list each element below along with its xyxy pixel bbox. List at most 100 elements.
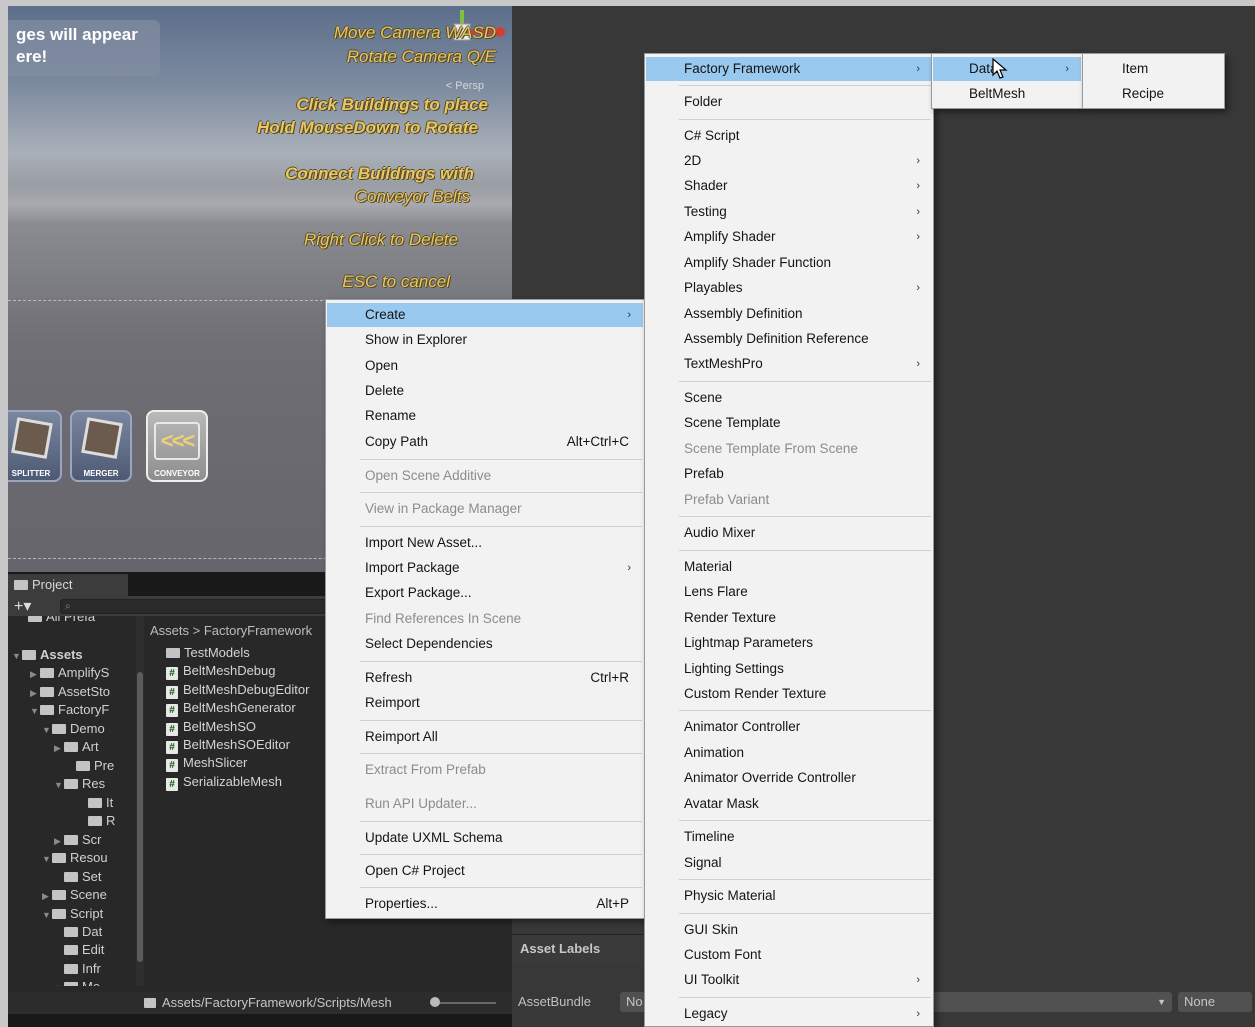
file-item-meshslicer[interactable]: # MeshSlicer bbox=[166, 754, 247, 773]
variant-dropdown[interactable]: None bbox=[1178, 992, 1252, 1012]
menu-item-update-uxml-schema[interactable]: Update UXML Schema bbox=[327, 826, 643, 850]
menu-item-assembly-definition[interactable]: Assembly Definition bbox=[646, 302, 932, 326]
tree-item-script[interactable]: ▼ Script bbox=[42, 905, 103, 923]
menu-item-copy-path[interactable]: Copy Path Alt+Ctrl+C bbox=[327, 430, 643, 454]
menu-item-animation[interactable]: Animation bbox=[646, 741, 932, 765]
tree-item-factoryf[interactable]: ▼ FactoryF bbox=[30, 701, 109, 719]
breadcrumb[interactable]: Assets > FactoryFramework bbox=[144, 620, 312, 642]
menu-item-animator-controller[interactable]: Animator Controller bbox=[646, 715, 932, 739]
menu-item-reimport[interactable]: Reimport bbox=[327, 691, 643, 715]
menu-item-prefab[interactable]: Prefab bbox=[646, 462, 932, 486]
icon-size-slider[interactable] bbox=[434, 1002, 496, 1004]
splitter-button[interactable]: SPLITTER bbox=[8, 410, 62, 482]
menu-item-timeline[interactable]: Timeline bbox=[646, 825, 932, 849]
tree-item-pre[interactable]: Pre bbox=[66, 757, 114, 775]
tree-item-edit[interactable]: Edit bbox=[54, 941, 104, 959]
menu-item-extract-from-prefab[interactable]: Extract From Prefab bbox=[327, 758, 643, 782]
menu-item-ui-toolkit[interactable]: UI Toolkit › bbox=[646, 968, 932, 992]
assetbundle-name-dropdown[interactable]: ▼ bbox=[932, 992, 1172, 1012]
menu-item-physic-material[interactable]: Physic Material bbox=[646, 884, 932, 908]
menu-item-view-in-package-manager[interactable]: View in Package Manager bbox=[327, 497, 643, 521]
menu-item-shader[interactable]: Shader › bbox=[646, 174, 932, 198]
tree-item-all-prefa[interactable]: All Prefa bbox=[18, 616, 95, 626]
scrollbar-thumb[interactable] bbox=[137, 672, 143, 962]
file-item-testmodels[interactable]: TestModels bbox=[166, 644, 250, 662]
menu-item-folder[interactable]: Folder bbox=[646, 90, 932, 114]
tree-arrow-icon[interactable]: ▼ bbox=[30, 702, 40, 720]
menu-item-animator-override-controller[interactable]: Animator Override Controller bbox=[646, 766, 932, 790]
tree-arrow-icon[interactable]: ▶ bbox=[30, 684, 40, 702]
menu-item-render-texture[interactable]: Render Texture bbox=[646, 606, 932, 630]
menu-item-recipe[interactable]: Recipe bbox=[1084, 82, 1223, 106]
menu-item-find-references-in-scene[interactable]: Find References In Scene bbox=[327, 607, 643, 631]
menu-item-assembly-definition-reference[interactable]: Assembly Definition Reference bbox=[646, 327, 932, 351]
tree-item-set[interactable]: Set bbox=[54, 868, 102, 886]
add-asset-button[interactable]: +▾ bbox=[14, 596, 31, 616]
tree-item-infr[interactable]: Infr bbox=[54, 960, 101, 978]
tree-item-me[interactable]: ▼ Me bbox=[54, 978, 100, 986]
menu-item-open[interactable]: Open bbox=[327, 354, 643, 378]
menu-item-playables[interactable]: Playables › bbox=[646, 276, 932, 300]
persp-label[interactable]: < Persp bbox=[446, 80, 484, 92]
menu-item-create[interactable]: Create › bbox=[327, 303, 643, 327]
menu-item-lighting-settings[interactable]: Lighting Settings bbox=[646, 657, 932, 681]
tree-item-scene[interactable]: ▶ Scene bbox=[42, 886, 107, 904]
tree-arrow-icon[interactable]: ▶ bbox=[54, 832, 64, 850]
menu-item-export-package[interactable]: Export Package... bbox=[327, 581, 643, 605]
tree-arrow-icon[interactable]: ▼ bbox=[12, 647, 22, 665]
tree-item-resou[interactable]: ▼ Resou bbox=[42, 849, 108, 867]
menu-item-textmeshpro[interactable]: TextMeshPro › bbox=[646, 352, 932, 376]
menu-item-item[interactable]: Item bbox=[1084, 57, 1223, 81]
project-tree-scrollbar[interactable] bbox=[136, 616, 144, 986]
menu-item-factory-framework[interactable]: Factory Framework › bbox=[646, 57, 932, 81]
menu-item-show-in-explorer[interactable]: Show in Explorer bbox=[327, 328, 643, 352]
file-item-beltmeshso[interactable]: # BeltMeshSO bbox=[166, 718, 256, 736]
tree-item-dat[interactable]: Dat bbox=[54, 923, 102, 941]
menu-item-select-dependencies[interactable]: Select Dependencies bbox=[327, 632, 643, 656]
tree-arrow-icon[interactable]: ▼ bbox=[42, 721, 52, 739]
menu-item-scene[interactable]: Scene bbox=[646, 386, 932, 410]
icon-size-slider-handle[interactable] bbox=[430, 997, 440, 1007]
tree-item-art[interactable]: ▶ Art bbox=[54, 738, 99, 756]
file-item-beltmeshgenerator[interactable]: # BeltMeshGenerator bbox=[166, 699, 296, 718]
tree-arrow-icon[interactable]: ▶ bbox=[42, 887, 52, 905]
tree-arrow-icon[interactable]: ▶ bbox=[54, 739, 64, 757]
menu-item-scene-template[interactable]: Scene Template bbox=[646, 411, 932, 435]
menu-item-beltmesh[interactable]: BeltMesh bbox=[933, 82, 1081, 106]
menu-item-legacy[interactable]: Legacy › bbox=[646, 1002, 932, 1026]
tree-item-scr[interactable]: ▶ Scr bbox=[54, 831, 102, 849]
menu-item-signal[interactable]: Signal bbox=[646, 851, 932, 875]
menu-item-lens-flare[interactable]: Lens Flare bbox=[646, 580, 932, 604]
tree-arrow-icon[interactable]: ▶ bbox=[30, 665, 40, 683]
menu-item-import-new-asset[interactable]: Import New Asset... bbox=[327, 531, 643, 555]
tree-item-assetsto[interactable]: ▶ AssetSto bbox=[30, 683, 110, 701]
menu-item-open-c-project[interactable]: Open C# Project bbox=[327, 859, 643, 883]
tree-item-r[interactable]: R bbox=[78, 812, 115, 830]
conveyor-button[interactable]: <<< CONVEYOR bbox=[146, 410, 208, 482]
menu-item-delete[interactable]: Delete bbox=[327, 379, 643, 403]
file-item-serializablemesh[interactable]: # SerializableMesh bbox=[166, 773, 282, 791]
tree-item-demo[interactable]: ▼ Demo bbox=[42, 720, 105, 738]
menu-item-properties[interactable]: Properties... Alt+P bbox=[327, 892, 643, 916]
menu-item-reimport-all[interactable]: Reimport All bbox=[327, 725, 643, 749]
tab-project[interactable]: Project bbox=[8, 574, 128, 596]
menu-item-custom-font[interactable]: Custom Font bbox=[646, 943, 932, 967]
menu-item-refresh[interactable]: Refresh Ctrl+R bbox=[327, 666, 643, 690]
project-folder-tree[interactable]: All Prefa ▼ Assets ▶ AmplifyS ▶ AssetSto ▼ Facto… bbox=[8, 616, 136, 986]
merger-button[interactable]: MERGER bbox=[70, 410, 132, 482]
menu-item-custom-render-texture[interactable]: Custom Render Texture bbox=[646, 682, 932, 706]
menu-item-open-scene-additive[interactable]: Open Scene Additive bbox=[327, 464, 643, 488]
file-item-beltmeshsoeditor[interactable]: # BeltMeshSOEditor bbox=[166, 736, 290, 754]
file-item-beltmeshdebug[interactable]: # BeltMeshDebug bbox=[166, 662, 276, 681]
project-search-input[interactable]: ⌕ bbox=[60, 599, 330, 614]
menu-item-scene-template-from-scene[interactable]: Scene Template From Scene bbox=[646, 437, 932, 461]
menu-item-import-package[interactable]: Import Package › bbox=[327, 556, 643, 580]
tree-arrow-icon[interactable]: ▼ bbox=[54, 776, 64, 794]
tree-item-amplifys[interactable]: ▶ AmplifyS bbox=[30, 664, 109, 682]
tree-arrow-icon[interactable]: ▼ bbox=[42, 850, 52, 868]
tree-item-assets[interactable]: ▼ Assets bbox=[12, 646, 83, 664]
menu-item-prefab-variant[interactable]: Prefab Variant bbox=[646, 488, 932, 512]
menu-item-lightmap-parameters[interactable]: Lightmap Parameters bbox=[646, 631, 932, 655]
tree-arrow-icon[interactable]: ▼ bbox=[54, 979, 64, 986]
menu-item-avatar-mask[interactable]: Avatar Mask bbox=[646, 792, 932, 816]
